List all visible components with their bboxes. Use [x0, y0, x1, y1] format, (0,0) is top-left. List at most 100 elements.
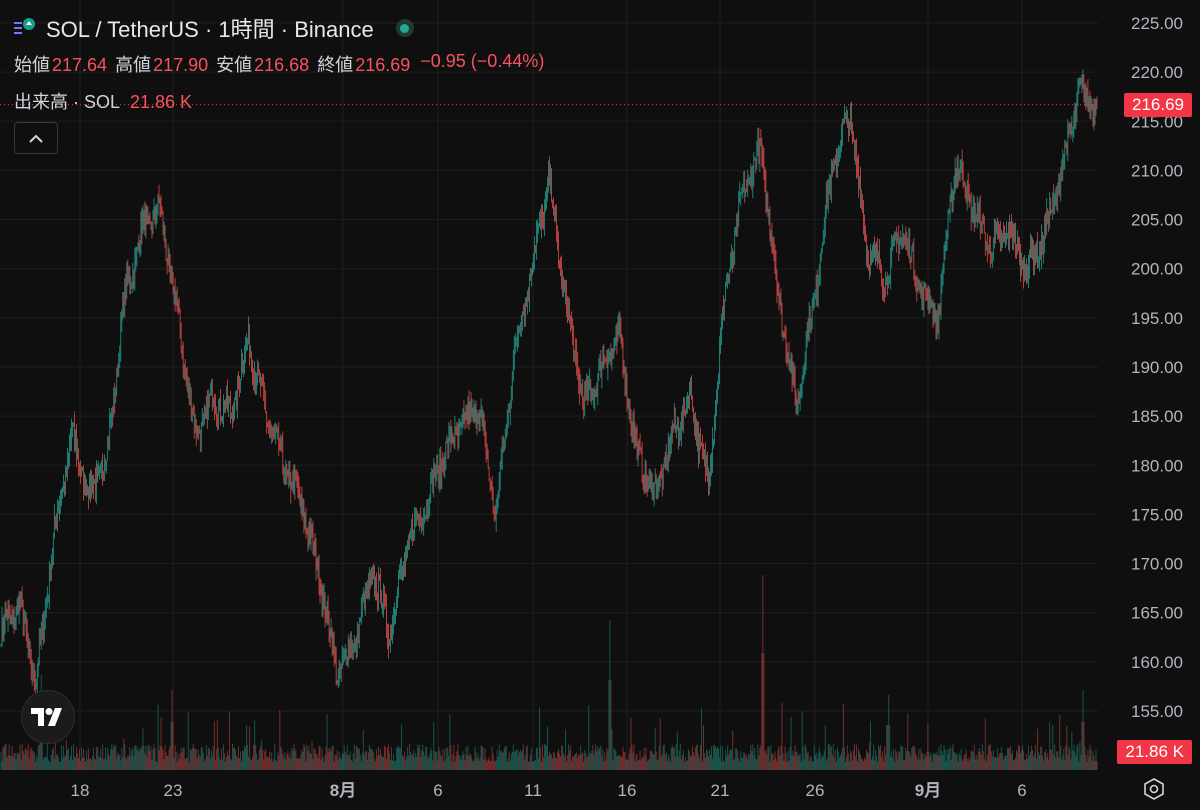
- volume-bar: [906, 750, 908, 770]
- volume-bar: [979, 751, 981, 770]
- volume-bar: [577, 758, 579, 770]
- volume-bar: [27, 744, 29, 770]
- volume-bar: [1075, 756, 1077, 770]
- solana-coin-icon[interactable]: [14, 17, 36, 39]
- volume-bar: [595, 744, 597, 770]
- volume-bar: [813, 744, 815, 770]
- volume-bar: [1014, 757, 1016, 770]
- volume-bar: [544, 744, 546, 770]
- volume-bar: [660, 756, 662, 770]
- volume-bar: [965, 750, 967, 770]
- last-price-tag: 216.69: [1124, 92, 1192, 117]
- volume-bar: [588, 705, 590, 770]
- tradingview-logo-icon[interactable]: [21, 690, 75, 744]
- market-open-dot-icon[interactable]: [395, 19, 414, 37]
- volume-bar: [226, 750, 228, 770]
- volume-bar: [655, 751, 657, 770]
- volume-bar: [243, 751, 245, 770]
- volume-bar: [583, 761, 585, 770]
- volume-bar: [738, 757, 740, 770]
- volume-bar: [17, 754, 19, 770]
- volume-bar: [849, 750, 851, 770]
- volume-bar: [589, 752, 591, 770]
- volume-bar: [846, 745, 848, 770]
- volume-bar: [80, 761, 82, 770]
- volume-bar: [398, 745, 400, 770]
- axis-settings-button[interactable]: [1142, 777, 1166, 801]
- volume-bar: [659, 718, 661, 770]
- volume-bar: [109, 756, 111, 770]
- volume-bar: [51, 749, 53, 770]
- volume-bar: [322, 756, 324, 770]
- price-tick-label: 155.00: [1131, 702, 1183, 721]
- volume-bar: [790, 717, 792, 770]
- volume-bar: [457, 744, 459, 770]
- volume-bar: [672, 748, 674, 770]
- volume-bar: [472, 761, 474, 770]
- volume-bar: [983, 758, 985, 770]
- volume-bar: [888, 695, 890, 770]
- volume-bar: [1087, 749, 1089, 770]
- volume-bar: [884, 746, 886, 770]
- volume-bar: [616, 756, 618, 770]
- volume-bar: [303, 744, 305, 770]
- volume-bar: [1000, 746, 1002, 770]
- volume-bar: [694, 747, 696, 770]
- volume-bar: [310, 753, 312, 770]
- price-chart[interactable]: 225.00220.00215.00210.00205.00200.00195.…: [0, 0, 1200, 810]
- volume-bar: [399, 747, 401, 770]
- volume-bar: [511, 751, 513, 770]
- volume-bar: [780, 746, 782, 770]
- volume-bar: [445, 759, 447, 770]
- volume-bar: [1048, 759, 1050, 770]
- volume-bar: [163, 759, 165, 770]
- volume-bar: [799, 753, 801, 770]
- volume-bar: [509, 761, 511, 770]
- volume-bar: [532, 760, 534, 770]
- volume-bar: [195, 749, 197, 770]
- volume-bar: [633, 744, 635, 770]
- volume-bar: [573, 756, 575, 770]
- volume-bar: [61, 758, 63, 770]
- volume-bar: [972, 752, 974, 770]
- volume-bar: [1005, 755, 1007, 770]
- volume-bar: [234, 749, 236, 770]
- volume-bar: [713, 745, 715, 770]
- collapse-legend-button[interactable]: [14, 122, 58, 154]
- volume-bar: [432, 759, 434, 770]
- volume-bar: [19, 744, 21, 770]
- volume-bar: [841, 747, 843, 770]
- volume-bar: [366, 759, 368, 770]
- volume-bar: [836, 747, 838, 770]
- volume-bar: [937, 755, 939, 770]
- volume-bar: [119, 755, 121, 770]
- volume-bar: [862, 759, 864, 770]
- volume-bar: [385, 759, 387, 770]
- volume-bar: [665, 752, 667, 770]
- volume-bar: [719, 757, 721, 770]
- volume-bar: [79, 749, 81, 770]
- volume-bar: [630, 717, 632, 770]
- volume-bar: [118, 754, 120, 770]
- volume-bar: [73, 756, 75, 770]
- symbol-title[interactable]: SOL / TetherUS · 1時間 · Binance: [46, 12, 374, 44]
- volume-bar: [598, 749, 600, 770]
- volume-bar: [48, 761, 50, 770]
- volume-bar: [731, 750, 733, 770]
- volume-bar: [264, 751, 266, 770]
- volume-bar: [127, 755, 129, 770]
- volume-bar: [900, 744, 902, 770]
- volume-bar: [734, 758, 736, 770]
- volume-bar: [1071, 732, 1073, 770]
- volume-bar: [1066, 725, 1068, 770]
- volume-bar: [635, 755, 637, 770]
- volume-bar: [921, 752, 923, 770]
- volume-bar: [276, 761, 278, 770]
- volume-bar: [245, 747, 247, 770]
- volume-bar: [931, 761, 933, 770]
- volume-bar: [435, 752, 437, 770]
- volume-bar: [854, 756, 856, 770]
- volume-bar: [327, 751, 329, 770]
- ohlc-legend: 始値 217.64 高値 217.90 安値 216.68 終値 216.69 −0.9…: [14, 51, 544, 77]
- volume-bar: [500, 750, 502, 770]
